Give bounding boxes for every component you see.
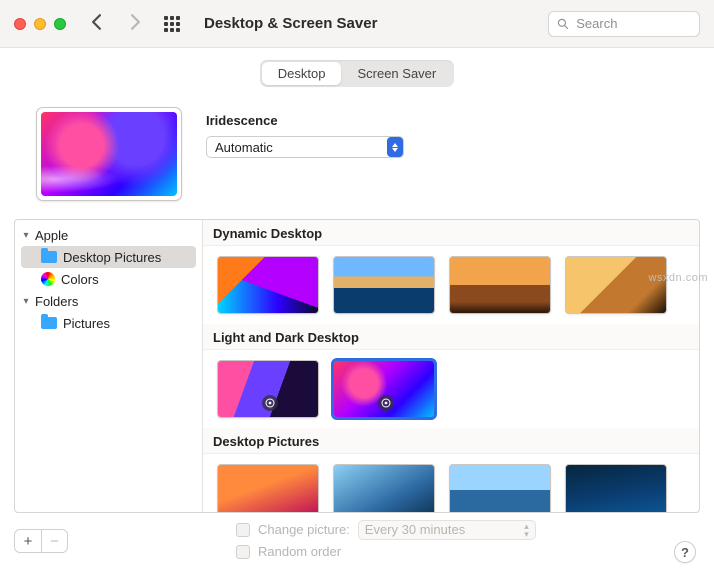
folder-icon (41, 251, 57, 263)
remove-folder-button[interactable]: − (41, 530, 67, 552)
search-input[interactable] (574, 15, 691, 32)
source-sidebar: ▾ Apple Desktop Pictures Colors ▾ Folder… (15, 220, 203, 512)
section-title-light-dark: Light and Dark Desktop (203, 324, 699, 350)
forward-button[interactable] (129, 13, 142, 34)
change-interval-value: Every 30 minutes (365, 519, 465, 541)
dynamic-badge-icon (378, 395, 394, 411)
disclosure-triangle-icon[interactable]: ▾ (21, 296, 31, 307)
tab-screen-saver[interactable]: Screen Saver (341, 62, 452, 85)
wallpaper-grid: Dynamic Desktop Light and Dark Desktop D… (203, 220, 699, 512)
change-picture-checkbox[interactable] (236, 523, 250, 537)
section-title-desktop-pictures: Desktop Pictures (203, 428, 699, 454)
preview-row: Iridescence Automatic (0, 87, 714, 211)
wallpaper-thumb[interactable] (449, 464, 551, 512)
sidebar-item-colors[interactable]: Colors (15, 268, 202, 290)
wallpaper-image (41, 112, 177, 196)
section-title-dynamic: Dynamic Desktop (203, 220, 699, 246)
close-window-button[interactable] (14, 18, 26, 30)
sidebar-group-apple[interactable]: ▾ Apple (15, 224, 202, 246)
tab-bar: Desktop Screen Saver (0, 60, 714, 87)
window-title: Desktop & Screen Saver (204, 15, 377, 32)
disclosure-triangle-icon[interactable]: ▾ (21, 230, 31, 241)
folder-icon (41, 317, 57, 329)
wallpaper-thumb[interactable] (217, 256, 319, 314)
toolbar: Desktop & Screen Saver (0, 0, 714, 48)
appearance-mode-value: Automatic (215, 140, 273, 155)
wallpaper-thumb[interactable] (565, 256, 667, 314)
wallpaper-thumb[interactable] (449, 256, 551, 314)
tab-desktop[interactable]: Desktop (262, 62, 342, 85)
sidebar-group-label: Folders (35, 294, 78, 309)
sidebar-item-label: Desktop Pictures (63, 250, 161, 265)
show-all-prefs-button[interactable] (164, 16, 180, 32)
sidebar-item-label: Pictures (63, 316, 110, 331)
current-wallpaper-preview (36, 107, 182, 201)
updown-stepper-icon (387, 137, 403, 157)
search-field[interactable] (548, 11, 700, 37)
change-picture-label: Change picture: (258, 519, 350, 541)
random-order-label: Random order (258, 541, 341, 563)
wallpaper-thumb[interactable] (565, 464, 667, 512)
window-controls (14, 18, 66, 30)
wallpaper-thumb[interactable] (217, 360, 319, 418)
wallpaper-thumb[interactable] (333, 464, 435, 512)
footer: + − Change picture: Every 30 minutes ▴▾ … (0, 513, 714, 563)
help-button[interactable]: ? (674, 541, 696, 563)
appearance-mode-select[interactable]: Automatic (206, 136, 404, 158)
dynamic-badge-icon (262, 395, 278, 411)
main-panel: ▾ Apple Desktop Pictures Colors ▾ Folder… (14, 219, 700, 513)
minimize-window-button[interactable] (34, 18, 46, 30)
sidebar-item-desktop-pictures[interactable]: Desktop Pictures (21, 246, 196, 268)
random-order-checkbox[interactable] (236, 545, 250, 559)
add-folder-button[interactable]: + (15, 530, 41, 552)
wallpaper-thumb[interactable] (333, 256, 435, 314)
search-icon (557, 17, 568, 30)
wallpaper-thumb-selected[interactable] (333, 360, 435, 418)
color-wheel-icon (41, 272, 55, 286)
sidebar-item-pictures[interactable]: Pictures (15, 312, 202, 334)
wallpaper-name: Iridescence (206, 113, 684, 128)
wallpaper-thumb[interactable] (217, 464, 319, 512)
sidebar-group-folders[interactable]: ▾ Folders (15, 290, 202, 312)
sidebar-item-label: Colors (61, 272, 99, 287)
watermark: wsxdn.com (648, 272, 708, 284)
change-interval-select[interactable]: Every 30 minutes ▴▾ (358, 520, 536, 540)
updown-stepper-icon: ▴▾ (524, 522, 529, 538)
sidebar-group-label: Apple (35, 228, 68, 243)
back-button[interactable] (90, 13, 103, 34)
zoom-window-button[interactable] (54, 18, 66, 30)
